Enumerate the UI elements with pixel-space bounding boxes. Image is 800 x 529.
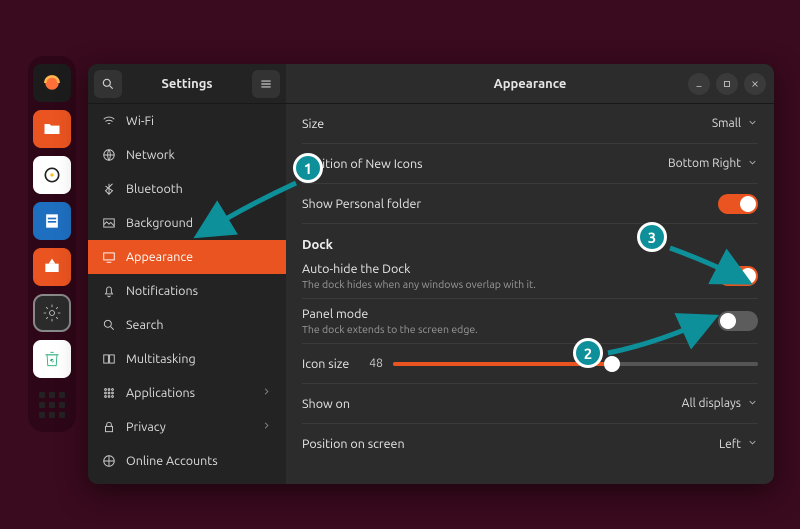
sidebar-item-label: Privacy: [126, 420, 166, 434]
row-value: All displays: [682, 397, 741, 410]
row-icon-size: Icon size 48: [302, 344, 758, 384]
sidebar-item-notifications[interactable]: Notifications: [88, 274, 286, 308]
maximize-button[interactable]: [716, 73, 738, 95]
sidebar-item-label: Online Accounts: [126, 454, 218, 468]
sidebar-item-label: Multitasking: [126, 352, 196, 366]
row-size[interactable]: Size Small: [302, 104, 758, 144]
row-label: Position on screen: [302, 437, 405, 451]
sidebar-item-applications[interactable]: Applications: [88, 376, 286, 410]
row-position-new-icons[interactable]: Position of New Icons Bottom Right: [302, 144, 758, 184]
row-label: Panel mode: [302, 307, 478, 321]
trash-icon[interactable]: [33, 340, 71, 378]
row-position-on-screen[interactable]: Position on screen Left: [302, 424, 758, 464]
row-label: Size: [302, 117, 324, 131]
chevron-down-icon: [747, 397, 758, 411]
row-panel-mode: Panel mode The dock extends to the scree…: [302, 299, 758, 344]
sidebar-item-label: Notifications: [126, 284, 198, 298]
sidebar-item-wifi[interactable]: Wi-Fi: [88, 104, 286, 138]
chevron-down-icon: [747, 437, 758, 451]
settings-icon[interactable]: [33, 294, 71, 332]
annotation-badge-1: 1: [293, 153, 323, 183]
sidebar-item-search[interactable]: Search: [88, 308, 286, 342]
show-apps-icon[interactable]: [33, 386, 71, 424]
annotation-badge-3: 3: [637, 222, 667, 252]
dock: [28, 56, 76, 432]
chevron-right-icon: [261, 420, 272, 434]
slider-value: 48: [369, 357, 383, 370]
page-title: Appearance: [494, 77, 567, 91]
row-value: Small: [712, 117, 741, 130]
sidebar-item-appearance[interactable]: Appearance: [88, 240, 286, 274]
annotation-badge-2: 2: [573, 338, 603, 368]
sidebar-item-background[interactable]: Background: [88, 206, 286, 240]
sidebar-item-bluetooth[interactable]: Bluetooth: [88, 172, 286, 206]
row-label: Show on: [302, 397, 350, 411]
row-label: Icon size: [302, 357, 349, 371]
firefox-icon[interactable]: [33, 64, 71, 102]
settings-window: Settings Wi-Fi Network Bluetooth Backgro…: [88, 64, 774, 484]
sidebar-item-privacy[interactable]: Privacy: [88, 410, 286, 444]
icon-size-slider[interactable]: 48: [369, 357, 758, 370]
section-heading-dock: Dock: [302, 238, 758, 252]
row-label: Auto-hide the Dock: [302, 262, 536, 276]
toggle-personal-folder[interactable]: [718, 194, 758, 214]
sidebar-item-label: Background: [126, 216, 193, 230]
row-show-personal-folder: Show Personal folder: [302, 184, 758, 224]
main-panel: Appearance Size Small Position of New Ic…: [286, 64, 774, 484]
row-sublabel: The dock extends to the screen edge.: [302, 323, 478, 335]
row-value: Bottom Right: [668, 157, 741, 170]
rhythmbox-icon[interactable]: [33, 156, 71, 194]
row-label: Show Personal folder: [302, 197, 421, 211]
software-icon[interactable]: [33, 248, 71, 286]
close-button[interactable]: [744, 73, 766, 95]
chevron-right-icon: [261, 386, 272, 400]
sidebar-item-label: Appearance: [126, 250, 193, 264]
files-icon[interactable]: [33, 110, 71, 148]
sidebar-item-online-accounts[interactable]: Online Accounts: [88, 444, 286, 478]
sidebar-item-label: Wi-Fi: [126, 114, 154, 128]
toggle-autohide[interactable]: [718, 266, 758, 286]
settings-sidebar: Settings Wi-Fi Network Bluetooth Backgro…: [88, 64, 286, 484]
sidebar-item-label: Search: [126, 318, 164, 332]
sidebar-title: Settings: [122, 77, 252, 91]
row-value: Left: [719, 438, 741, 451]
sidebar-item-label: Bluetooth: [126, 182, 183, 196]
sidebar-item-label: Applications: [126, 386, 195, 400]
row-show-on[interactable]: Show on All displays: [302, 384, 758, 424]
chevron-down-icon: [747, 117, 758, 131]
sidebar-item-multitasking[interactable]: Multitasking: [88, 342, 286, 376]
row-autohide-dock: Auto-hide the Dock The dock hides when a…: [302, 254, 758, 299]
chevron-down-icon: [747, 157, 758, 171]
minimize-button[interactable]: [688, 73, 710, 95]
sidebar-item-label: Network: [126, 148, 175, 162]
sidebar-item-network[interactable]: Network: [88, 138, 286, 172]
hamburger-button[interactable]: [252, 70, 280, 98]
row-sublabel: The dock hides when any windows overlap …: [302, 278, 536, 290]
toggle-panel-mode[interactable]: [718, 311, 758, 331]
libreoffice-icon[interactable]: [33, 202, 71, 240]
search-button[interactable]: [94, 70, 122, 98]
